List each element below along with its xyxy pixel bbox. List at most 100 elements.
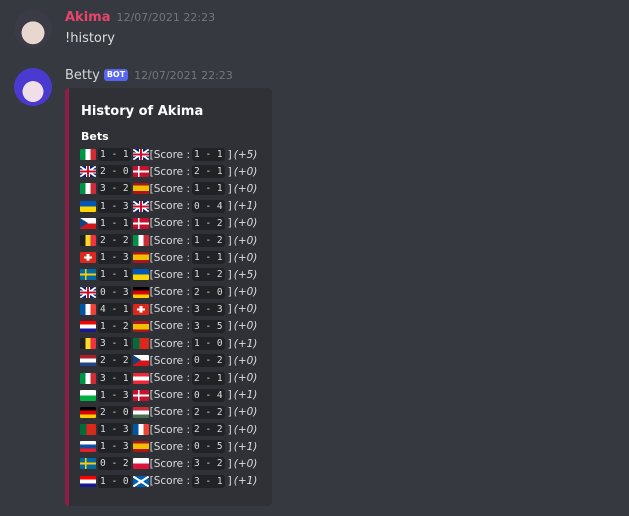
flag-denmark-icon bbox=[132, 389, 149, 401]
flag-belgium-icon bbox=[80, 235, 96, 247]
score-bracket: ] bbox=[227, 320, 232, 333]
flag-belgium-icon bbox=[80, 338, 96, 350]
bet-row: 2 - 2 [Score :1 - 2] (+0) bbox=[80, 232, 257, 249]
score-label: [Score : bbox=[149, 337, 190, 350]
bet-row: 1 - 3 [Score :0 - 5] (+1) bbox=[80, 438, 257, 455]
actual-score: 2 - 1 bbox=[192, 165, 225, 179]
score-bracket: ] bbox=[227, 406, 232, 419]
message-header: Akima 12/07/2021 22:23 bbox=[65, 10, 215, 25]
score-label: [Score : bbox=[149, 475, 190, 488]
embed-title: History of Akima bbox=[81, 104, 204, 119]
username[interactable]: Akima bbox=[65, 10, 110, 25]
points-earned: (+0) bbox=[233, 217, 258, 230]
actual-score: 1 - 2 bbox=[192, 234, 225, 248]
flag-scotland-icon bbox=[132, 475, 149, 487]
points-earned: (+0) bbox=[233, 457, 258, 470]
bet-row: 1 - 3 [Score :0 - 4] (+1) bbox=[80, 198, 257, 215]
bet-prediction: 4 - 1 bbox=[98, 302, 131, 316]
points-earned: (+5) bbox=[233, 268, 258, 281]
username[interactable]: Betty bbox=[65, 68, 100, 83]
timestamp: 12/07/2021 22:23 bbox=[134, 69, 233, 82]
points-earned: (+0) bbox=[233, 251, 258, 264]
bet-row: 3 - 2 [Score :1 - 1] (+0) bbox=[80, 180, 257, 197]
bet-prediction: 0 - 3 bbox=[98, 285, 131, 299]
flag-portugal-icon bbox=[132, 338, 149, 350]
bet-row: 1 - 3 [Score :0 - 4] (+1) bbox=[80, 387, 257, 404]
actual-score: 1 - 1 bbox=[192, 251, 225, 265]
flag-austria-icon bbox=[132, 372, 149, 384]
message-text: !history bbox=[65, 31, 115, 46]
score-bracket: ] bbox=[227, 200, 232, 213]
flag-croatia-icon bbox=[80, 475, 96, 487]
flag-france-icon bbox=[80, 303, 96, 315]
score-label: [Score : bbox=[149, 389, 190, 402]
bet-prediction: 3 - 1 bbox=[98, 371, 131, 385]
flag-czechia-icon bbox=[132, 355, 149, 367]
score-bracket: ] bbox=[227, 389, 232, 402]
actual-score: 2 - 2 bbox=[192, 405, 225, 419]
points-earned: (+0) bbox=[233, 303, 258, 316]
bot-badge: BOT bbox=[103, 69, 129, 81]
points-earned: (+1) bbox=[233, 440, 258, 453]
bet-row: 1 - 3 [Score :1 - 1] (+0) bbox=[80, 249, 257, 266]
flag-denmark-icon bbox=[132, 217, 149, 229]
score-bracket: ] bbox=[227, 475, 232, 488]
points-earned: (+0) bbox=[233, 372, 258, 385]
flag-wales-icon bbox=[80, 389, 96, 401]
actual-score: 1 - 2 bbox=[192, 268, 225, 282]
actual-score: 2 - 1 bbox=[192, 371, 225, 385]
actual-score: 3 - 5 bbox=[192, 319, 225, 333]
bet-row: 2 - 0 [Score :2 - 2] (+0) bbox=[80, 404, 257, 421]
bet-prediction: 1 - 3 bbox=[98, 388, 131, 402]
score-label: [Score : bbox=[149, 182, 190, 195]
flag-netherlands-icon bbox=[80, 355, 96, 367]
flag-switzerland-icon bbox=[80, 252, 96, 264]
score-label: [Score : bbox=[149, 372, 190, 385]
flag-spain-icon bbox=[132, 320, 149, 332]
bet-row: 0 - 3 [Score :2 - 0] (+0) bbox=[80, 284, 257, 301]
timestamp: 12/07/2021 22:23 bbox=[116, 11, 216, 24]
bet-row: 1 - 1 [Score :1 - 2] (+5) bbox=[80, 266, 257, 283]
score-label: [Score : bbox=[149, 200, 190, 213]
bets-list: 1 - 1 [Score :1 - 1] (+5) 2 - 0 [Score :2 - … bbox=[80, 146, 257, 490]
score-bracket: ] bbox=[227, 268, 232, 281]
flag-uk-icon bbox=[80, 286, 96, 298]
flag-switzerland-icon bbox=[132, 303, 149, 315]
history-embed: History of Akima Bets 1 - 1 [Score :1 - 1… bbox=[65, 88, 272, 506]
flag-portugal-icon bbox=[80, 424, 96, 436]
actual-score: 1 - 0 bbox=[192, 337, 225, 351]
flag-spain-icon bbox=[132, 441, 149, 453]
actual-score: 0 - 5 bbox=[192, 440, 225, 454]
bet-row: 3 - 1 [Score :1 - 0] (+1) bbox=[80, 335, 257, 352]
actual-score: 2 - 0 bbox=[192, 285, 225, 299]
flag-uk-icon bbox=[132, 200, 149, 212]
score-bracket: ] bbox=[227, 457, 232, 470]
points-earned: (+0) bbox=[233, 165, 258, 178]
actual-score: 3 - 3 bbox=[192, 302, 225, 316]
flag-denmark-icon bbox=[132, 166, 149, 178]
points-earned: (+0) bbox=[233, 354, 258, 367]
score-label: [Score : bbox=[149, 457, 190, 470]
bet-prediction: 0 - 2 bbox=[98, 457, 131, 471]
flag-hungary-icon bbox=[132, 406, 149, 418]
score-bracket: ] bbox=[227, 303, 232, 316]
points-earned: (+1) bbox=[233, 200, 258, 213]
flag-italy-icon bbox=[80, 183, 96, 195]
score-bracket: ] bbox=[227, 251, 232, 264]
flag-croatia-icon bbox=[80, 320, 96, 332]
bet-row: 1 - 3 [Score :2 - 2] (+0) bbox=[80, 421, 257, 438]
bet-row: 1 - 1 [Score :1 - 1] (+5) bbox=[80, 146, 257, 163]
flag-uk-icon bbox=[132, 149, 149, 161]
score-bracket: ] bbox=[227, 234, 232, 247]
points-earned: (+1) bbox=[233, 337, 258, 350]
score-label: [Score : bbox=[149, 268, 190, 281]
avatar[interactable] bbox=[14, 10, 52, 48]
score-label: [Score : bbox=[149, 217, 190, 230]
score-bracket: ] bbox=[227, 217, 232, 230]
bet-prediction: 1 - 0 bbox=[98, 474, 131, 488]
embed-field-name: Bets bbox=[81, 130, 109, 143]
score-bracket: ] bbox=[227, 423, 232, 436]
score-label: [Score : bbox=[149, 286, 190, 299]
points-earned: (+0) bbox=[233, 234, 258, 247]
avatar[interactable] bbox=[14, 68, 52, 106]
